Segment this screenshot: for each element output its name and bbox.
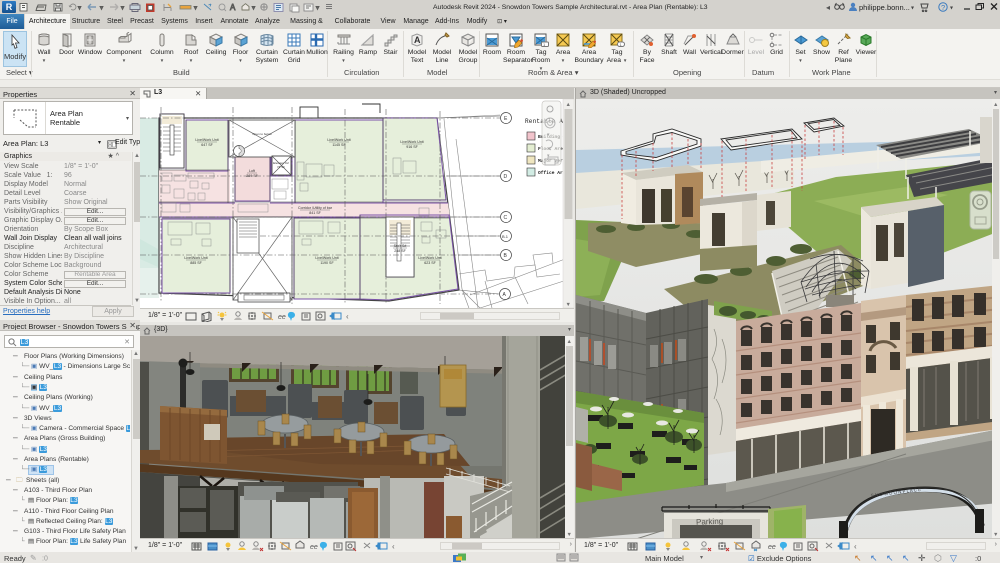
svg-text:Live/Work Unit: Live/Work Unit (195, 138, 218, 142)
svg-text:Open to below: Open to below (252, 132, 272, 136)
svg-text:▲: ▲ (567, 339, 572, 345)
svg-text:289 SF: 289 SF (246, 174, 258, 178)
svg-text:↖: ↖ (870, 553, 878, 563)
svg-text:▾: ▾ (316, 6, 319, 12)
svg-text:647 SF: 647 SF (201, 143, 213, 147)
svg-text::0: :0 (42, 556, 48, 563)
svg-text:◂: ◂ (826, 3, 830, 12)
svg-text:623 SF: 623 SF (424, 261, 436, 265)
svg-text:▽: ▽ (950, 553, 957, 563)
svg-text:✛: ✛ (918, 553, 926, 563)
svg-text:916 SF: 916 SF (406, 145, 418, 149)
svg-text:?: ? (941, 3, 945, 12)
svg-text:▲: ▲ (566, 102, 571, 108)
svg-text:▾: ▾ (78, 6, 81, 12)
svg-text:ee: ee (768, 544, 776, 551)
svg-text:885 SF: 885 SF (190, 261, 202, 265)
svg-text:▾: ▾ (911, 6, 914, 12)
svg-text:↖: ↖ (902, 553, 910, 563)
svg-text:▲: ▲ (993, 102, 998, 108)
svg-text:Stair S#: Stair S# (394, 244, 407, 248)
svg-text:▾: ▾ (100, 6, 103, 12)
svg-text:↖: ↖ (886, 553, 894, 563)
svg-text:841 SF: 841 SF (309, 211, 321, 215)
svg-text:▾: ▾ (950, 6, 953, 12)
svg-text:‹: ‹ (346, 312, 349, 321)
svg-text:C: C (504, 215, 508, 221)
svg-text:↖: ↖ (854, 553, 862, 563)
svg-text:Live/Work Unit: Live/Work Unit (400, 140, 423, 144)
svg-text:‹: ‹ (392, 542, 395, 551)
svg-text:⬡: ⬡ (934, 553, 942, 563)
svg-text:▾: ▾ (194, 6, 197, 12)
svg-text:ee: ee (310, 544, 318, 551)
svg-text:Parking: Parking (696, 517, 723, 527)
svg-text:1145 SF: 1145 SF (332, 143, 346, 147)
svg-text:Corridor /Utility of bar: Corridor /Utility of bar (298, 206, 333, 210)
svg-text:74 SF: 74 SF (277, 165, 285, 169)
svg-text:‹: ‹ (854, 542, 857, 551)
svg-text:ee: ee (278, 314, 286, 321)
svg-text:A: A (230, 3, 236, 12)
svg-text:Live/Work Unit: Live/Work Unit (418, 256, 441, 260)
svg-text:▾: ▾ (252, 6, 255, 12)
svg-text:A: A (414, 35, 421, 45)
svg-text:D: D (504, 174, 508, 180)
svg-text:✎: ✎ (30, 554, 37, 563)
svg-text:Live/Work Unit: Live/Work Unit (184, 256, 207, 260)
svg-text:248 SF: 248 SF (394, 249, 406, 253)
svg-text:philippe.bonn...: philippe.bonn... (859, 3, 910, 12)
svg-text:Live/Work Unit: Live/Work Unit (327, 138, 350, 142)
svg-text:Live/Work Unit: Live/Work Unit (315, 256, 338, 260)
svg-text:▾: ▾ (121, 6, 124, 12)
svg-text:Loft: Loft (249, 169, 255, 173)
svg-text:1190 SF: 1190 SF (320, 261, 334, 265)
svg-text:B.1: B.1 (502, 234, 509, 239)
